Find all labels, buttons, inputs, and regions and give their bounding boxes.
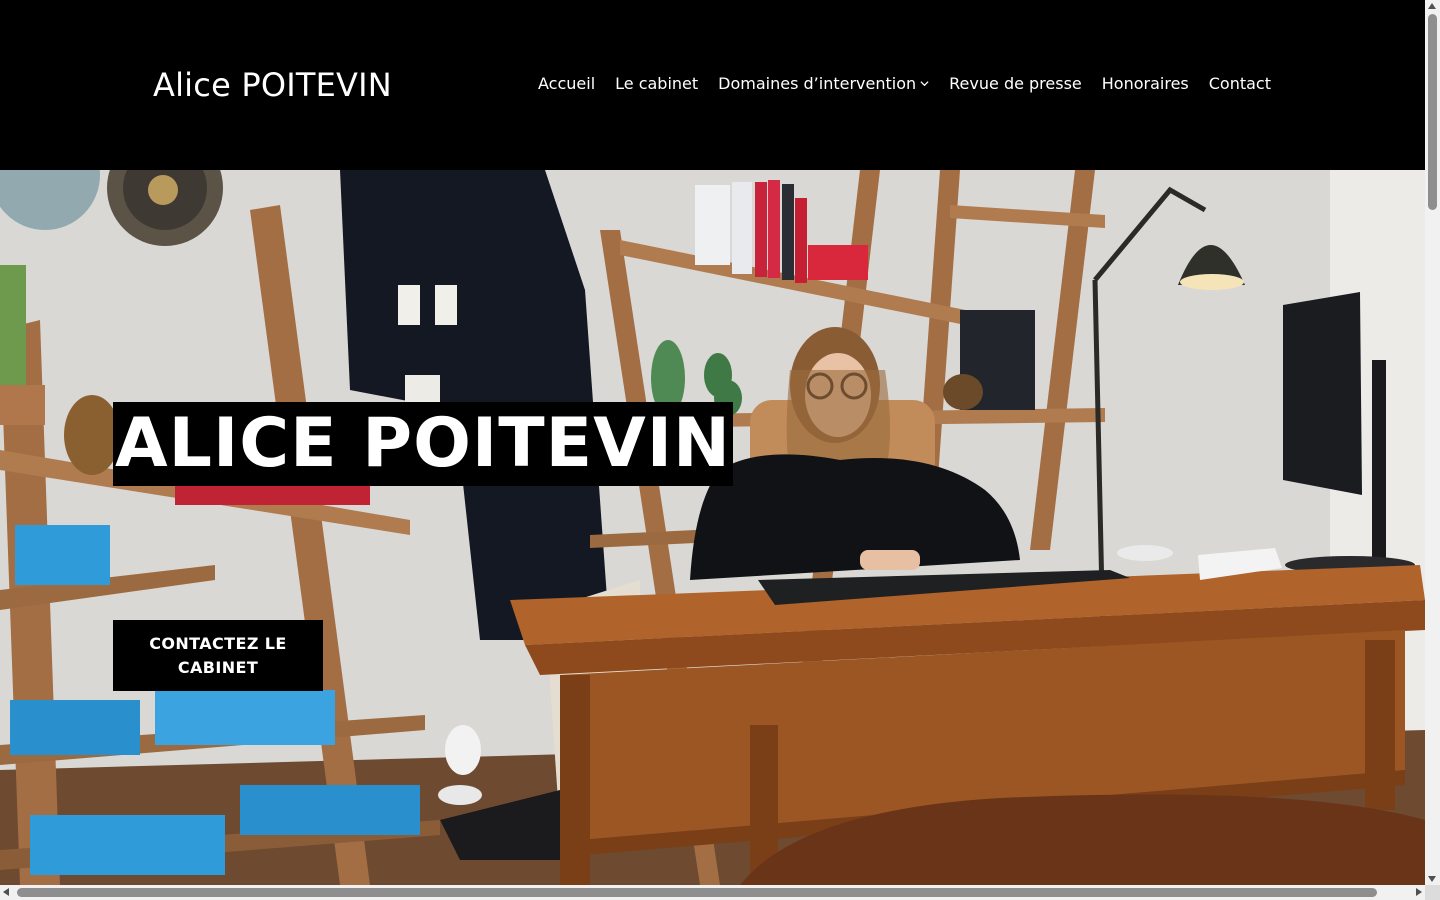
scroll-down-icon[interactable] bbox=[1428, 876, 1436, 882]
scroll-left-icon[interactable] bbox=[3, 888, 9, 896]
nav-item-label: Contact bbox=[1208, 74, 1271, 93]
nav-item-label: Le cabinet bbox=[615, 74, 699, 93]
hero-background-image bbox=[0, 170, 1425, 885]
nav-item-honoraires[interactable]: Honoraires bbox=[1102, 74, 1189, 93]
horizontal-scroll-thumb[interactable] bbox=[17, 888, 1377, 897]
vertical-scrollbar[interactable] bbox=[1425, 0, 1440, 885]
page: Alice POITEVIN Accueil Le cabinet Domain… bbox=[0, 0, 1425, 885]
nav-item-label: Accueil bbox=[538, 74, 596, 93]
nav-item-contact[interactable]: Contact bbox=[1209, 74, 1271, 93]
nav-item-domaines[interactable]: Domaines d’intervention bbox=[718, 74, 929, 93]
site-title[interactable]: Alice POITEVIN bbox=[153, 66, 392, 104]
contact-cabinet-button[interactable]: CONTACTEZ LE CABINET bbox=[113, 620, 323, 691]
nav-item-revue-de-presse[interactable]: Revue de presse bbox=[949, 74, 1082, 93]
hero-heading: ALICE POITEVIN bbox=[113, 402, 733, 486]
scroll-up-icon[interactable] bbox=[1428, 3, 1436, 9]
nav-item-accueil[interactable]: Accueil bbox=[538, 74, 595, 93]
nav-item-label: Revue de presse bbox=[949, 74, 1082, 93]
nav-item-le-cabinet[interactable]: Le cabinet bbox=[615, 74, 698, 93]
vertical-scroll-thumb[interactable] bbox=[1428, 14, 1437, 210]
main-nav: Accueil Le cabinet Domaines d’interventi… bbox=[538, 74, 1271, 93]
site-header: Alice POITEVIN Accueil Le cabinet Domain… bbox=[0, 0, 1425, 170]
hero-section: ALICE POITEVIN CONTACTEZ LE CABINET bbox=[0, 170, 1425, 885]
nav-item-label: Domaines d’intervention bbox=[718, 74, 917, 93]
scrollbar-corner bbox=[1425, 885, 1440, 900]
chevron-down-icon bbox=[920, 81, 929, 87]
horizontal-scrollbar[interactable] bbox=[0, 885, 1425, 900]
scroll-right-icon[interactable] bbox=[1416, 888, 1422, 896]
nav-item-label: Honoraires bbox=[1101, 74, 1189, 93]
